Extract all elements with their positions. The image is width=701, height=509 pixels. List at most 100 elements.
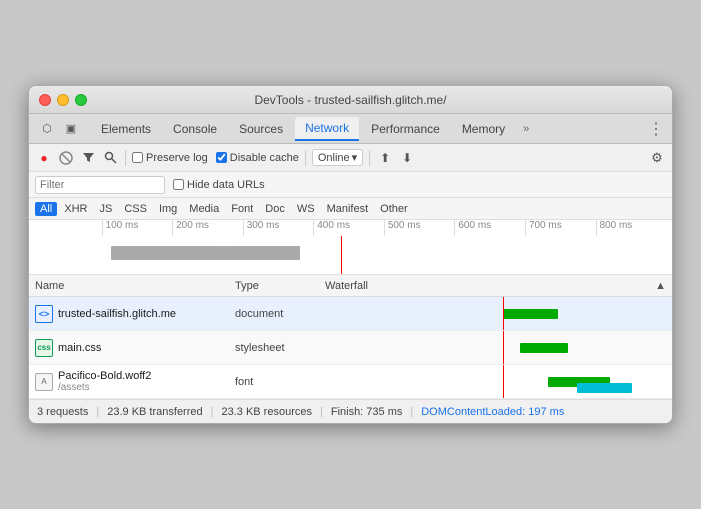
col-header-waterfall[interactable]: Waterfall ▲ (319, 280, 672, 292)
filename-1: trusted-sailfish.glitch.me (58, 308, 176, 320)
filter-button[interactable] (79, 149, 97, 167)
tab-more-button[interactable]: » (519, 121, 533, 137)
filter-input[interactable] (35, 176, 165, 194)
type-btn-font[interactable]: Font (226, 202, 258, 216)
online-selector[interactable]: Online ▾ (312, 149, 363, 166)
wf-bar-1 (503, 309, 558, 319)
online-dropdown-icon: ▾ (352, 151, 358, 164)
export-button[interactable]: ⬇ (398, 149, 416, 167)
cell-type-2: stylesheet (229, 342, 319, 354)
css-icon: css (35, 339, 53, 357)
ruler-mark-500: 500 ms (384, 220, 455, 236)
type-filter-bar: All XHR JS CSS Img Media Font Doc WS Man… (29, 198, 672, 220)
status-transferred: 23.9 KB transferred (107, 406, 202, 418)
status-finish: Finish: 735 ms (331, 406, 403, 418)
ruler-mark-600: 600 ms (454, 220, 525, 236)
devtools-window: DevTools - trusted-sailfish.glitch.me/ ⬡… (28, 85, 673, 424)
preserve-log-label: Preserve log (146, 152, 208, 164)
network-table: Name Type Waterfall ▲ <> trusted-sailfis… (29, 275, 672, 399)
toolbar-divider-2 (305, 150, 306, 166)
cell-name-3: A Pacifico-Bold.woff2 /assets (29, 370, 229, 393)
type-btn-doc[interactable]: Doc (260, 202, 290, 216)
disable-cache-group[interactable]: Disable cache (216, 152, 299, 164)
type-btn-media[interactable]: Media (184, 202, 224, 216)
wf-bar-2 (520, 343, 568, 353)
font-icon: A (35, 373, 53, 391)
status-requests: 3 requests (37, 406, 88, 418)
hide-data-urls-group[interactable]: Hide data URLs (173, 179, 265, 191)
record-button[interactable]: ● (35, 149, 53, 167)
type-btn-other[interactable]: Other (375, 202, 413, 216)
tab-elements[interactable]: Elements (91, 118, 161, 140)
toolbar-divider-1 (125, 150, 126, 166)
network-toolbar: ● Preserve log Disable cache (29, 144, 672, 172)
subpath-3: /assets (58, 382, 151, 393)
col-header-type[interactable]: Type (229, 280, 319, 292)
cell-type-1: document (229, 308, 319, 320)
cell-waterfall-3 (319, 365, 672, 398)
close-button[interactable] (39, 94, 51, 106)
timeline-area: 100 ms 200 ms 300 ms 400 ms 500 ms 600 m… (29, 220, 672, 275)
wf-bar-3b (577, 383, 632, 393)
table-row[interactable]: css main.css stylesheet (29, 331, 672, 365)
maximize-button[interactable] (75, 94, 87, 106)
type-btn-js[interactable]: JS (94, 202, 117, 216)
timeline-bar-2 (224, 246, 300, 260)
minimize-button[interactable] (57, 94, 69, 106)
cursor-icon[interactable]: ⬡ (37, 119, 57, 139)
search-button[interactable] (101, 149, 119, 167)
cell-name-1: <> trusted-sailfish.glitch.me (29, 305, 229, 323)
tab-memory[interactable]: Memory (452, 118, 515, 140)
timeline-ruler: 100 ms 200 ms 300 ms 400 ms 500 ms 600 m… (29, 220, 672, 236)
filename-2: main.css (58, 342, 101, 354)
hide-data-urls-label: Hide data URLs (187, 179, 265, 191)
col-header-name[interactable]: Name (29, 280, 229, 292)
tabbar: ⬡ ▣ Elements Console Sources Network Per… (29, 114, 672, 144)
tab-menu-button[interactable]: ⋮ (648, 119, 664, 139)
ruler-mark-200: 200 ms (172, 220, 243, 236)
cell-type-3: font (229, 376, 319, 388)
table-header: Name Type Waterfall ▲ (29, 275, 672, 297)
ruler-mark-800: 800 ms (596, 220, 667, 236)
wf-redline-2 (503, 331, 504, 364)
ruler-mark-300: 300 ms (243, 220, 314, 236)
preserve-log-checkbox[interactable] (132, 152, 143, 163)
toolbar-divider-3 (369, 150, 370, 166)
timeline-chart (35, 236, 666, 275)
type-btn-img[interactable]: Img (154, 202, 182, 216)
tab-console[interactable]: Console (163, 118, 227, 140)
table-row[interactable]: A Pacifico-Bold.woff2 /assets font (29, 365, 672, 399)
type-btn-manifest[interactable]: Manifest (322, 202, 374, 216)
import-button[interactable]: ⬆ (376, 149, 394, 167)
status-dom-loaded: DOMContentLoaded: 197 ms (421, 406, 564, 418)
doc-icon: <> (35, 305, 53, 323)
table-row[interactable]: <> trusted-sailfish.glitch.me document (29, 297, 672, 331)
type-btn-css[interactable]: CSS (119, 202, 152, 216)
type-btn-xhr[interactable]: XHR (59, 202, 92, 216)
settings-button[interactable]: ⚙ (648, 149, 666, 167)
ruler-mark-100: 100 ms (102, 220, 173, 236)
status-resources: 23.3 KB resources (221, 406, 312, 418)
wf-redline-1 (503, 297, 504, 330)
cell-waterfall-2 (319, 331, 672, 364)
wf-redline-3 (503, 365, 504, 398)
tab-network[interactable]: Network (295, 117, 359, 141)
window-title: DevTools - trusted-sailfish.glitch.me/ (254, 93, 446, 107)
timeline-bar-1 (111, 246, 225, 260)
type-btn-ws[interactable]: WS (292, 202, 320, 216)
online-label: Online (318, 152, 350, 164)
filter-bar: Hide data URLs (29, 172, 672, 198)
timeline-redline (341, 236, 342, 275)
stop-button[interactable] (57, 149, 75, 167)
preserve-log-group[interactable]: Preserve log (132, 152, 208, 164)
tab-sources[interactable]: Sources (229, 118, 293, 140)
cell-waterfall-1 (319, 297, 672, 330)
tab-performance[interactable]: Performance (361, 118, 450, 140)
hide-data-urls-checkbox[interactable] (173, 179, 184, 190)
device-icon[interactable]: ▣ (61, 119, 81, 139)
disable-cache-label: Disable cache (230, 152, 299, 164)
type-btn-all[interactable]: All (35, 202, 57, 216)
disable-cache-checkbox[interactable] (216, 152, 227, 163)
ruler-mark-400: 400 ms (313, 220, 384, 236)
filename-3: Pacifico-Bold.woff2 (58, 370, 151, 382)
